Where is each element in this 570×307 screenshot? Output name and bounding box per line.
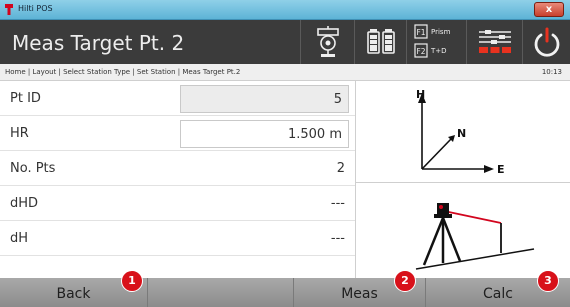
- empty-softkey-1: [148, 278, 294, 307]
- clock: 10:13: [541, 68, 562, 76]
- pt-id-field[interactable]: 5: [180, 85, 349, 113]
- dhd-value: ---: [330, 196, 345, 211]
- axes-diagram: H N E: [356, 81, 570, 181]
- softkey-bar: Back Meas Calc: [0, 278, 570, 307]
- power-icon: [534, 27, 560, 57]
- row-dhd: dHD ---: [0, 186, 355, 221]
- pt-id-value: 5: [333, 92, 342, 107]
- page-title: Meas Target Pt. 2: [12, 31, 185, 55]
- f2-key: F2: [416, 47, 425, 56]
- screen-header: Meas Target Pt. 2 F1 Prism F2 T+D: [0, 20, 570, 64]
- callout-2: 2: [394, 270, 416, 292]
- measure-mode-button[interactable]: F1 Prism F2 T+D: [406, 20, 466, 64]
- dhd-label: dHD: [10, 196, 39, 211]
- f2-label: T+D: [430, 47, 447, 55]
- hilti-logo-icon: [5, 4, 13, 15]
- f1-key: F1: [416, 28, 425, 37]
- settings-button[interactable]: [466, 20, 522, 64]
- no-pts-label: No. Pts: [10, 161, 56, 176]
- row-dh: dH ---: [0, 221, 355, 256]
- callout-1: 1: [121, 270, 143, 292]
- hr-value: 1.500 m: [287, 127, 342, 142]
- axis-label-e: E: [497, 163, 505, 176]
- hr-field[interactable]: 1.500 m: [180, 120, 349, 148]
- prism-target-icon: [317, 26, 339, 57]
- dh-value: ---: [330, 231, 345, 246]
- dh-label: dH: [10, 231, 29, 246]
- row-no-pts: No. Pts 2: [0, 151, 355, 186]
- no-pts-value: 2: [336, 161, 345, 176]
- battery-button[interactable]: [354, 20, 406, 64]
- f1-prism-f2-tod-icon: F1 Prism F2 T+D: [414, 24, 451, 58]
- axis-label-h: H: [416, 88, 425, 101]
- coordinate-axes-graphic: H N E: [416, 88, 505, 176]
- tripod-target-graphic: [415, 203, 535, 270]
- breadcrumb: Home | Layout | Select Station Type | Se…: [0, 64, 570, 81]
- settings-sliders-icon: [479, 30, 511, 53]
- callout-3: 3: [537, 270, 559, 292]
- row-pt-id: Pt ID 5: [0, 81, 355, 116]
- axis-label-n: N: [457, 127, 466, 140]
- window-close-button[interactable]: x: [534, 2, 564, 17]
- row-hr: HR 1.500 m: [0, 116, 355, 151]
- window-title: Hilti POS: [18, 4, 53, 13]
- battery-icon: [367, 29, 395, 54]
- measurement-diagram: [356, 182, 570, 278]
- target-form: Pt ID 5 HR 1.500 m No. Pts 2 dHD --- dH …: [0, 81, 355, 278]
- power-button[interactable]: [522, 20, 570, 64]
- pt-id-label: Pt ID: [10, 91, 41, 106]
- prism-target-button[interactable]: [300, 20, 354, 64]
- hr-label: HR: [10, 126, 29, 141]
- window-titlebar: Hilti POS x: [0, 0, 570, 20]
- f1-label: Prism: [431, 28, 451, 36]
- breadcrumb-path[interactable]: Home | Layout | Select Station Type | Se…: [5, 68, 240, 76]
